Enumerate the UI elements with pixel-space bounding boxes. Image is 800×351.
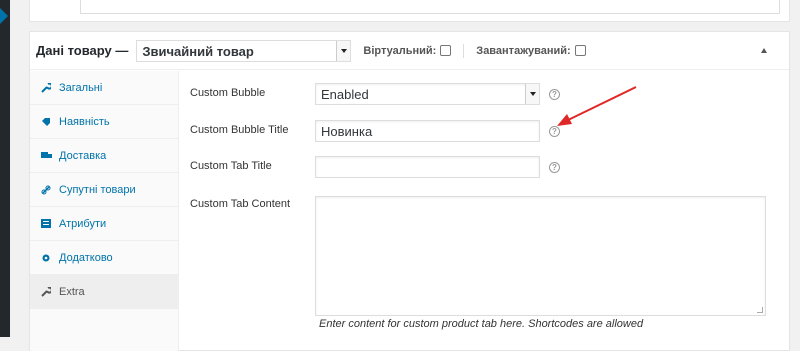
chevron-down-icon — [525, 84, 539, 104]
tab-shipping[interactable]: Доставка — [30, 139, 178, 173]
tab-label: Загальні — [59, 81, 103, 94]
truck-icon — [39, 151, 53, 160]
previous-metabox — [29, 0, 790, 22]
custom-tab-title-input[interactable] — [315, 156, 540, 178]
gear-icon — [39, 253, 53, 263]
downloadable-option: Завантажуваний: — [476, 44, 586, 57]
product-data-metabox: Дані товару — Звичайний товар Віртуальни… — [29, 31, 790, 351]
custom-tab-content-label: Custom Tab Content — [190, 198, 291, 210]
custom-tab-content-textarea[interactable] — [315, 196, 766, 316]
virtual-label: Віртуальний: — [363, 44, 437, 57]
tab-linked-products[interactable]: Супутні товари — [30, 173, 178, 207]
custom-tab-content-description: Enter content for custom product tab her… — [319, 318, 644, 330]
tab-label: Додатково — [59, 251, 113, 264]
downloadable-checkbox[interactable] — [574, 45, 586, 56]
link-icon — [39, 185, 53, 195]
tab-label: Наявність — [59, 115, 110, 128]
custom-bubble-title-input[interactable]: Новинка — [315, 120, 540, 142]
chevron-down-icon — [336, 40, 351, 61]
previous-metabox-field — [80, 0, 780, 14]
downloadable-label: Завантажуваний: — [476, 44, 571, 57]
tab-general[interactable]: Загальні — [30, 71, 178, 105]
list-icon — [39, 219, 53, 228]
header-divider — [463, 43, 465, 58]
wrench-icon — [39, 82, 53, 93]
custom-bubble-label: Custom Bubble — [190, 87, 266, 99]
resize-handle[interactable] — [757, 307, 763, 313]
custom-bubble-title-value: Новинка — [321, 124, 373, 139]
collapse-toggle-icon[interactable] — [761, 48, 767, 53]
custom-bubble-title-label: Custom Bubble Title — [190, 124, 289, 136]
custom-bubble-select[interactable]: Enabled — [315, 83, 540, 105]
tag-icon — [39, 117, 53, 127]
product-data-tabs: Загальні Наявність Доставка Супутні това… — [30, 71, 179, 351]
tab-label: Супутні товари — [59, 183, 136, 196]
product-type-value: Звичайний товар — [142, 43, 254, 59]
product-type-select[interactable]: Звичайний товар — [136, 39, 352, 62]
tab-label: Атрибути — [59, 217, 107, 230]
admin-sidebar-edge — [0, 0, 10, 337]
wrench-icon — [39, 286, 53, 297]
product-data-title: Дані товару — — [36, 43, 129, 58]
tab-advanced[interactable]: Додатково — [30, 241, 178, 275]
help-icon[interactable]: ? — [549, 162, 560, 173]
tab-label: Extra — [59, 285, 85, 298]
tab-inventory[interactable]: Наявність — [30, 105, 178, 139]
virtual-option: Віртуальний: — [363, 44, 452, 57]
extra-tab-panel: Custom Bubble Enabled ? Custom Bubble Ti… — [179, 71, 789, 351]
tab-attributes[interactable]: Атрибути — [30, 207, 178, 241]
custom-bubble-value: Enabled — [321, 87, 369, 102]
product-data-header: Дані товару — Звичайний товар Віртуальни… — [30, 32, 789, 70]
tab-extra[interactable]: Extra — [30, 275, 178, 309]
custom-tab-title-label: Custom Tab Title — [190, 160, 272, 172]
tab-label: Доставка — [59, 149, 107, 162]
virtual-checkbox[interactable] — [440, 45, 452, 56]
menu-pointer — [0, 8, 8, 24]
help-icon[interactable]: ? — [549, 89, 560, 100]
help-icon[interactable]: ? — [549, 126, 560, 137]
